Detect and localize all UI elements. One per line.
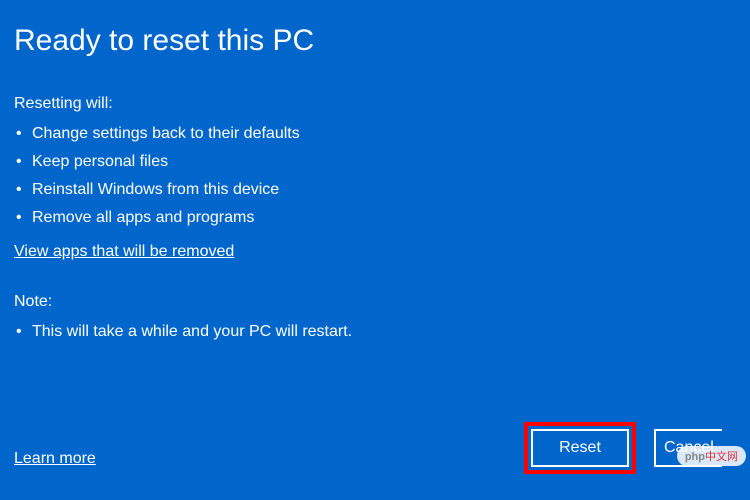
bullet-text: Change settings back to their defaults — [32, 125, 300, 142]
body-section: Resetting will: Change settings back to … — [14, 90, 722, 422]
note-list: This will take a while and your PC will … — [14, 318, 722, 346]
bullet-text: Remove all apps and programs — [32, 209, 254, 226]
note-bullet-text: This will take a while and your PC will … — [32, 323, 352, 340]
list-item: Keep personal files — [14, 148, 722, 176]
reset-dialog: Ready to reset this PC Resetting will: C… — [0, 0, 750, 500]
list-item: Remove all apps and programs — [14, 204, 722, 232]
button-row: Reset Cancel — [524, 422, 722, 474]
learn-more-link[interactable]: Learn more — [14, 450, 96, 474]
list-item: Change settings back to their defaults — [14, 120, 722, 148]
highlight-box: Reset — [524, 422, 636, 474]
bullet-text: Keep personal files — [32, 153, 168, 170]
reset-actions-list: Change settings back to their defaults K… — [14, 120, 722, 232]
footer: Learn more Reset Cancel — [14, 422, 722, 480]
list-item: Reinstall Windows from this device — [14, 176, 722, 204]
bullet-text: Reinstall Windows from this device — [32, 181, 279, 198]
resetting-label: Resetting will: — [14, 90, 722, 118]
page-title: Ready to reset this PC — [14, 24, 722, 58]
cancel-button[interactable]: Cancel — [654, 429, 722, 467]
list-item: This will take a while and your PC will … — [14, 318, 722, 346]
view-apps-link[interactable]: View apps that will be removed — [14, 238, 234, 266]
note-label: Note: — [14, 288, 722, 316]
reset-button[interactable]: Reset — [531, 429, 629, 467]
